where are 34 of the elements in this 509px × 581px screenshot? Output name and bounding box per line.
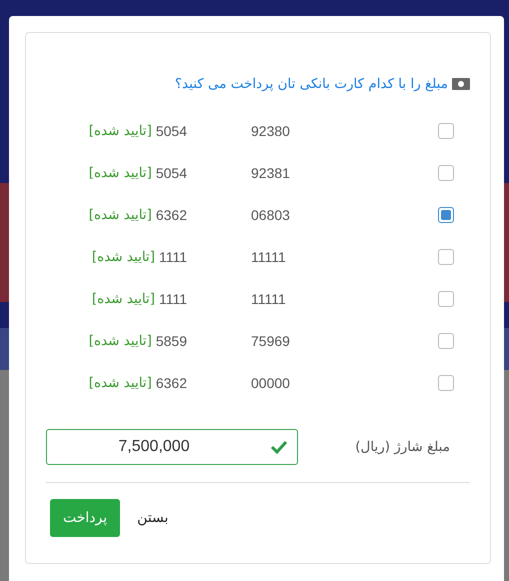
checkbox[interactable] <box>438 207 454 223</box>
checkbox[interactable] <box>438 249 454 265</box>
checkbox[interactable] <box>438 291 454 307</box>
checkbox[interactable] <box>438 123 454 139</box>
account-number: 75969 <box>251 333 291 349</box>
checkbox[interactable] <box>438 375 454 391</box>
status-label: [تایید شده] <box>88 207 152 223</box>
check-icon <box>270 439 288 455</box>
amount-label: مبلغ شارژ (ریال) <box>355 439 450 455</box>
status-label: [تایید شده] <box>88 333 152 349</box>
card-number: 1111 <box>158 291 187 307</box>
card-number: 5054 <box>156 165 187 181</box>
account-number: 92380 <box>251 123 291 139</box>
amount-field[interactable]: 7,500,000 <box>46 429 298 465</box>
account-number: 06803 <box>251 207 291 223</box>
checkbox[interactable] <box>438 333 454 349</box>
account-number: 11111 <box>251 291 287 307</box>
card-number: 6362 <box>156 207 187 223</box>
status-label: [تایید شده] <box>88 123 152 139</box>
card-number: 5054 <box>156 123 187 139</box>
card-number: 1111 <box>158 249 187 265</box>
account-number: 00000 <box>251 375 291 391</box>
account-number: 11111 <box>251 249 287 265</box>
account-number: 92381 <box>251 165 291 181</box>
checkbox[interactable] <box>438 165 454 181</box>
question-text: مبلغ را با کدام کارت بانکی تان پرداخت می کنید؟ <box>174 76 448 92</box>
card-number: 5859 <box>156 333 187 349</box>
status-label: [تایید شده] <box>88 165 152 181</box>
status-label: [تایید شده] <box>92 291 155 307</box>
status-label: [تایید شده] <box>88 375 152 391</box>
close-button[interactable]: بستن <box>137 510 168 526</box>
money-icon <box>452 78 470 90</box>
card-number: 6362 <box>156 375 187 391</box>
status-label: [تایید شده] <box>92 249 155 265</box>
